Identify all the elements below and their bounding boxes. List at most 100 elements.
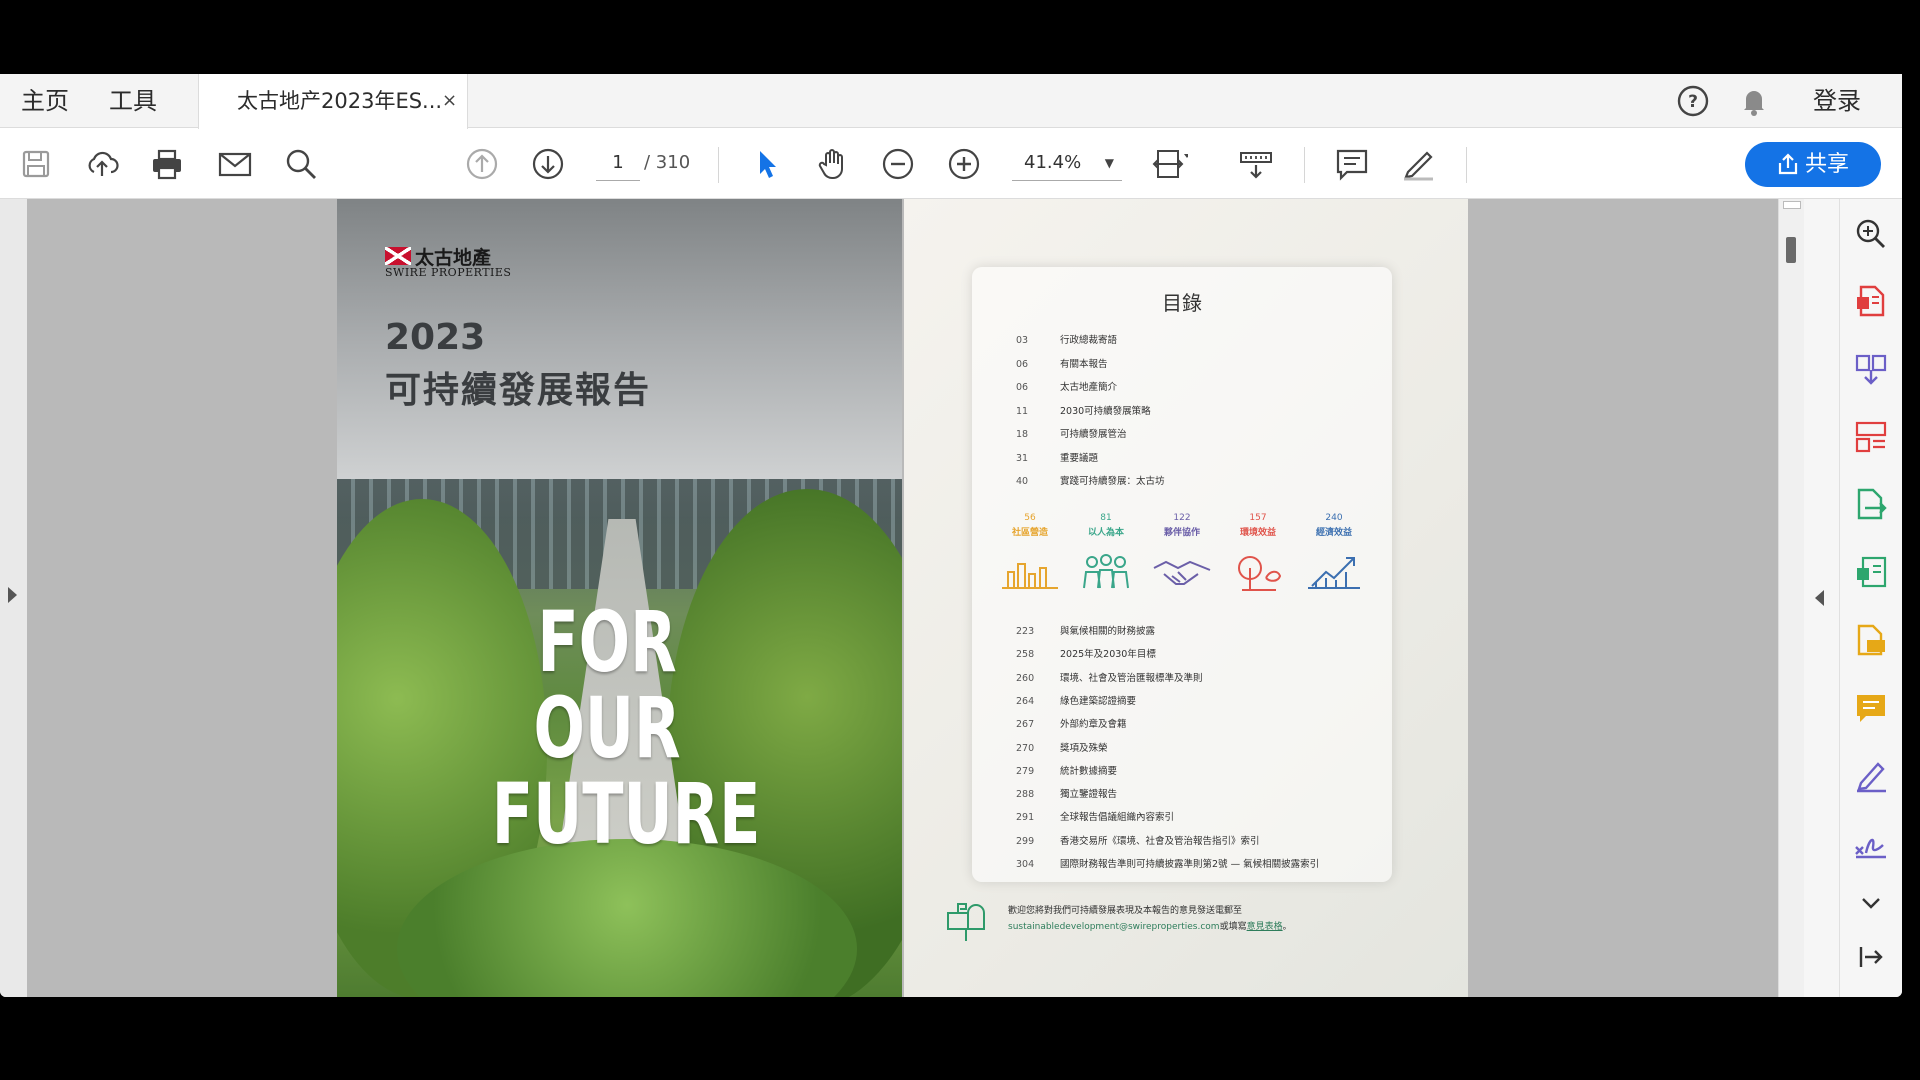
document-viewport[interactable]: 太古地產 SWIRE PROPERTIES 2023 可持續發展報告 FOR O… (27, 199, 1778, 997)
page-number-input[interactable]: 1 (596, 145, 640, 181)
left-panel-toggle[interactable] (0, 199, 27, 997)
document-tab[interactable]: 太古地产2023年ES... × (198, 74, 468, 129)
toc-entry-title: 統計數據摘要 (1060, 765, 1118, 777)
pillar-label: 經濟效益 (1315, 528, 1352, 538)
toc-entry-page: 291 (1016, 812, 1035, 824)
print-icon[interactable] (149, 146, 185, 182)
feedback-form-link[interactable]: 意見表格 (1247, 922, 1283, 932)
toc-entry[interactable]: 260 環境、社會及管治匯報標準及準則 (1016, 670, 1203, 686)
edit-pdf-icon[interactable] (1853, 622, 1889, 658)
pillar-item[interactable]: 157 環境效益 (1220, 513, 1296, 592)
toc-entry[interactable]: 279 統計數據摘要 (1016, 763, 1117, 779)
zoom-out-icon[interactable] (880, 146, 916, 182)
expand-left-icon (8, 587, 17, 603)
cover-title: 可持續發展報告 (385, 370, 652, 411)
hand-tool-icon[interactable] (815, 146, 851, 182)
save-icon[interactable] (18, 146, 54, 182)
toc-entry[interactable]: 304 國際財務報告準則可持續披露準則第2號 — 氣候相關披露索引 (1016, 856, 1319, 872)
comment-icon[interactable] (1334, 146, 1370, 182)
combine-files-icon[interactable] (1853, 351, 1889, 387)
pillar-item[interactable]: 240 經濟效益 (1296, 513, 1372, 592)
pillar-page: 122 (1173, 513, 1191, 523)
toc-entry[interactable]: 291 全球報告倡議組織內容索引 (1016, 809, 1174, 825)
toc-entry[interactable]: 18 可持續發展管治 (1016, 426, 1127, 442)
toc-entry[interactable]: 40 實踐可持續發展：太古坊 (1016, 473, 1165, 489)
acrobat-window: 主页 工具 太古地产2023年ES... × ? 登录 1 / 310 41.4… (0, 74, 1902, 997)
toc-entry-title: 獨立鑒證報告 (1060, 789, 1118, 801)
share-button[interactable]: 共享 (1745, 142, 1881, 187)
pillar-icon (1074, 550, 1138, 592)
toc-entry[interactable]: 299 香港交易所《環境、社會及管治報告指引》索引 (1016, 833, 1260, 849)
toc-entry[interactable]: 264 綠色建築認證摘要 (1016, 693, 1136, 709)
fill-sign-icon[interactable] (1853, 757, 1889, 793)
next-page-icon[interactable] (530, 146, 566, 182)
pillar-icon (1226, 550, 1290, 592)
slogan-line: FOR (537, 593, 677, 691)
toc-page: 目錄 03 行政總裁寄語 06 有關本報告 06 太古地產簡介 11 2030可持續發展策略 1… (904, 199, 1468, 997)
toc-entry-page: 03 (1016, 335, 1029, 346)
toc-entry[interactable]: 270 獎項及殊榮 (1016, 740, 1108, 756)
toc-entry-page: 299 (1016, 835, 1035, 847)
highlight-pen-icon[interactable] (1400, 146, 1436, 182)
page-total: / 310 (644, 152, 691, 173)
chevron-down-icon[interactable] (1853, 885, 1889, 921)
fit-page-icon[interactable] (1152, 146, 1190, 182)
pillar-icon (1150, 550, 1214, 592)
toc-entry-page: 288 (1016, 789, 1035, 801)
bell-icon[interactable] (1737, 84, 1771, 118)
feedback-section: 歡迎您將對我們可持續發展表現及本報告的意見發送電郵至 sustainablede… (944, 899, 1424, 949)
pillar-page: 157 (1249, 513, 1267, 523)
toc-entry-page: 11 (1016, 405, 1029, 417)
toc-entry-title: 環境、社會及管治匯報標準及準則 (1060, 672, 1203, 684)
toc-entry[interactable]: 06 太古地產簡介 (1016, 379, 1117, 395)
organize-pages-icon[interactable] (1853, 419, 1889, 455)
toc-entry[interactable]: 223 與氣候相關的財務披露 (1016, 623, 1155, 639)
pillar-item[interactable]: 122 夥伴協作 (1144, 513, 1220, 592)
search-icon[interactable] (283, 146, 319, 182)
swire-flag-icon (385, 247, 411, 265)
vertical-scrollbar[interactable] (1778, 199, 1804, 997)
toc-entry[interactable]: 06 有關本報告 (1016, 356, 1108, 372)
toc-entry-title: 全球報告倡議組織內容索引 (1060, 812, 1175, 824)
upload-cloud-icon[interactable] (84, 146, 120, 182)
email-icon[interactable] (217, 146, 253, 182)
zoom-in-icon[interactable] (946, 146, 982, 182)
toc-entry[interactable]: 267 外部約章及會籍 (1016, 716, 1127, 732)
feedback-email-link[interactable]: sustainabledevelopment@swireproperties.c… (1008, 922, 1220, 932)
previous-page-icon[interactable] (464, 146, 500, 182)
close-tab-icon[interactable]: × (442, 74, 457, 128)
collapse-panel-icon[interactable] (1853, 939, 1889, 975)
pillar-item[interactable]: 81 以人為本 (1068, 513, 1144, 592)
pillar-page: 240 (1325, 513, 1343, 523)
toc-entry[interactable]: 11 2030可持續發展策略 (1016, 403, 1151, 419)
comment-panel-icon[interactable] (1853, 690, 1889, 726)
login-button[interactable]: 登录 (1813, 74, 1861, 128)
pillar-item[interactable]: 56 社區營造 (992, 513, 1068, 592)
toc-entry[interactable]: 288 獨立鑒證報告 (1016, 786, 1117, 802)
toc-entry-title: 有關本報告 (1060, 358, 1108, 370)
mailbox-icon (944, 899, 988, 943)
scroll-mode-icon[interactable] (1238, 146, 1274, 182)
toc-entry-title: 可持續發展管治 (1060, 429, 1127, 440)
zoom-level-select[interactable]: 41.4% ▼ (1012, 145, 1122, 181)
menu-tools[interactable]: 工具 (109, 74, 157, 128)
toc-entry-title: 國際財務報告準則可持續披露準則第2號 — 氣候相關披露索引 (1060, 859, 1320, 870)
zoom-search-icon[interactable] (1853, 216, 1889, 252)
request-signature-icon[interactable] (1853, 825, 1889, 861)
export-pdf-icon[interactable] (1853, 283, 1889, 319)
export-file-icon[interactable] (1853, 486, 1889, 522)
toc-entry[interactable]: 258 2025年及2030年目標 (1016, 646, 1156, 662)
toolbar-divider (1304, 147, 1305, 183)
scrollbar-thumb[interactable] (1786, 237, 1796, 263)
pillars-row: 56 社區營造 81 以人為本 122 夥伴協作 157 環境效益 240 經濟效益 (992, 513, 1372, 603)
select-cursor-icon[interactable] (749, 146, 785, 182)
toc-entry-title: 獎項及殊榮 (1060, 742, 1108, 754)
toc-entry-title: 外部約章及會籍 (1060, 719, 1127, 731)
create-pdf-icon[interactable] (1853, 554, 1889, 590)
help-circle-icon[interactable]: ? (1676, 84, 1710, 118)
menu-home[interactable]: 主页 (21, 74, 69, 128)
pillar-page: 81 (1100, 513, 1112, 523)
toc-entry[interactable]: 31 重要議題 (1016, 450, 1098, 466)
toc-entry[interactable]: 03 行政總裁寄語 (1016, 332, 1117, 348)
right-panel-toggle[interactable] (1804, 199, 1839, 997)
